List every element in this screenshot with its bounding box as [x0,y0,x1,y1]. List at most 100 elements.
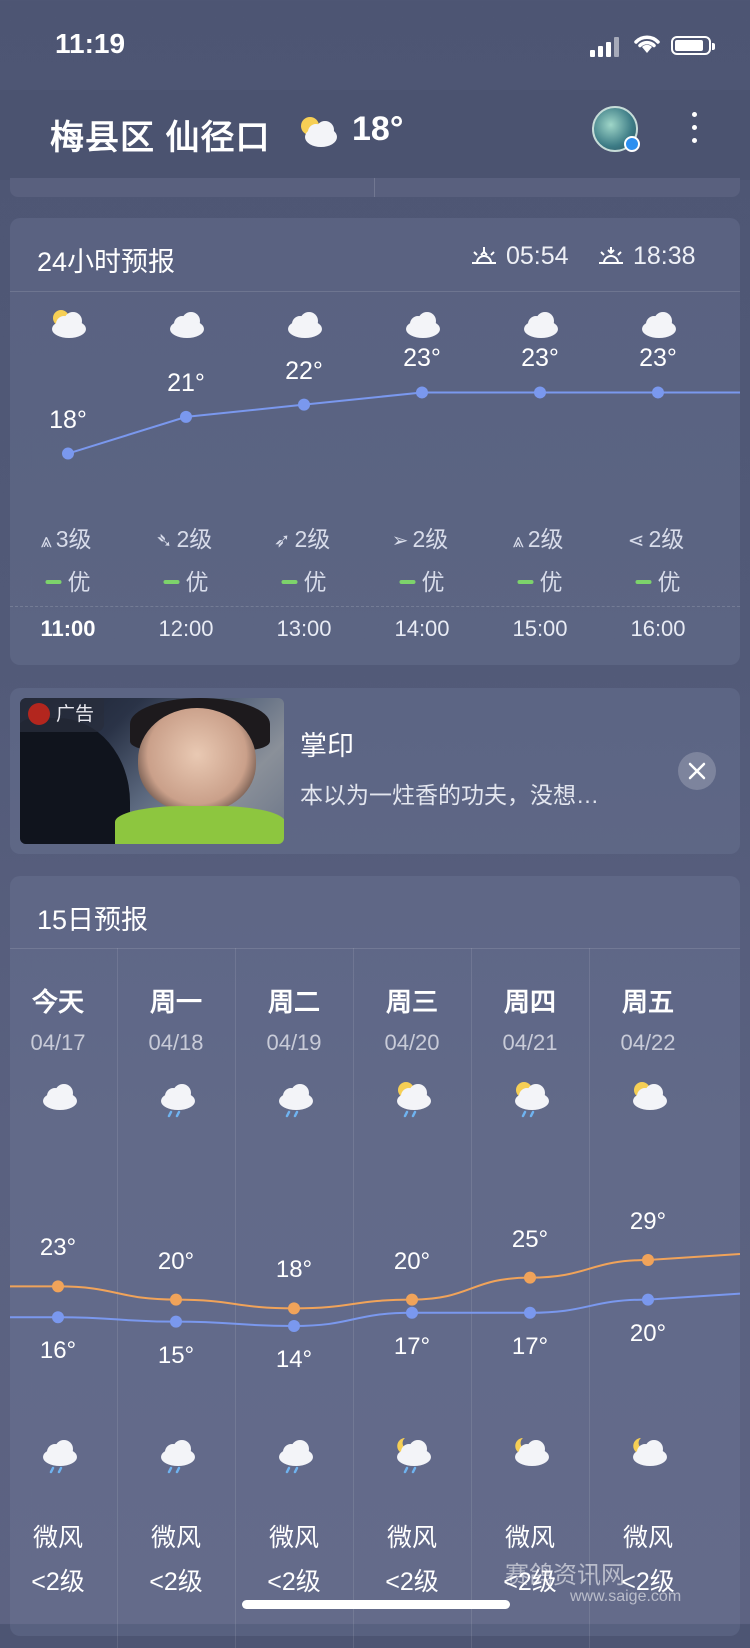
daily-scroll[interactable]: 今天 04/17 微风 <2级 周一 04/18 微风 <2级 周二 04/19 微风 <2级 周三 04… [10,876,740,1648]
daily-column[interactable]: 周二 04/19 微风 <2级 [235,948,353,1648]
daily-date: 04/21 [502,1030,558,1055]
collapsed-card-edge [10,178,740,197]
hourly-wind-level: 3级 [55,526,92,552]
daily-day: 周一 [149,987,202,1017]
hourly-aqi: 优 [163,563,209,597]
daily-wind-level: <2级 [385,1568,439,1596]
cloud-icon [406,312,440,338]
hourly-temp-chart [62,386,740,460]
wind-direction-icon: ➶ [273,530,291,552]
hourly-temp-point [534,386,546,399]
more-menu-button[interactable] [690,112,698,152]
hourly-temp-point [180,410,192,423]
wind-direction-icon: ➢ [391,530,409,552]
ad-title[interactable]: 掌印 [300,724,354,763]
hourly-aqi-label: 优 [185,569,209,595]
hourly-temp-point [652,386,664,399]
daily-forecast-card: 15日预报 今天 04/17 微风 <2级 周一 04/18 微风 <2级 周二 04/19 微风 <… [10,876,740,1648]
cloud-icon [43,1084,77,1110]
ad-logo-icon [28,703,50,725]
play-badge-icon [624,136,640,152]
hourly-temp-point [416,386,428,399]
hourly-temp-label: 18° [49,405,87,434]
hourly-aqi-label: 优 [67,569,91,595]
daily-day: 周四 [503,987,556,1017]
hourly-time: 14:00 [394,616,450,641]
hourly-time: 16:00 [630,616,686,641]
daily-column[interactable]: 今天 04/17 微风 <2级 [0,948,117,1648]
daily-wind: 微风 [386,1524,437,1552]
daily-date: 04/20 [384,1030,440,1055]
partly-cloudy-icon [52,310,86,338]
daily-column[interactable]: 周四 04/21 微风 <2级 [471,948,589,1648]
daily-wind-level: <2级 [267,1568,321,1596]
hourly-temp-label: 23° [521,344,559,373]
daily-wind: 微风 [32,1524,83,1552]
ad-description[interactable]: 本以为一炷香的功夫，没想… [300,776,599,810]
hourly-temp-label: 23° [403,344,441,373]
current-temperature: 18° [352,110,404,148]
hourly-time: 11:00 [40,616,96,641]
cloud-icon [642,312,676,338]
daily-high-label: 20° [393,1247,431,1275]
daily-day: 周二 [267,987,320,1017]
hourly-aqi: 优 [45,563,91,597]
daily-date: 04/18 [148,1030,204,1055]
hourly-forecast-card: 24小时预报 05:54 18:38 18° ⩓ 3级优 11:00 21° ➴ 2级优 12… [10,218,740,665]
rain-icon [161,1440,195,1474]
hourly-aqi-label: 优 [303,569,327,595]
hourly-time: 15:00 [512,616,568,641]
hourly-time: 13:00 [276,616,332,641]
daily-column[interactable]: 周五 04/22 微风 <2级 [589,948,707,1648]
hourly-aqi: 优 [281,563,327,597]
daily-low-label: 17° [393,1332,431,1360]
daily-wind: 微风 [504,1524,555,1552]
daily-wind: 微风 [622,1524,673,1552]
hourly-temp-label: 21° [167,368,205,397]
watermark-url: www.saige.com [570,1588,682,1605]
ad-card[interactable]: 广告 掌印 本以为一炷香的功夫，没想… [10,688,740,854]
sun-rain-icon [515,1082,549,1118]
moon-rain-icon [397,1438,431,1474]
hourly-wind: ➴ 2级 [156,520,217,554]
hourly-wind: ➢ 2级 [392,520,453,554]
daily-high-label: 25° [511,1225,549,1253]
hourly-scroll[interactable]: 18° ⩓ 3级优 11:00 21° ➴ 2级优 12:00 22° ➶ 2级优 13:00 23° ➢… [10,218,740,665]
aqi-bar-icon [399,580,416,584]
daily-date: 04/22 [620,1030,676,1055]
avatar[interactable] [592,106,640,152]
hourly-aqi-label: 优 [657,569,681,595]
daily-column[interactable]: 周三 04/20 微风 <2级 [353,948,471,1648]
home-indicator[interactable] [242,1600,510,1609]
app-header: 梅县区 仙径口 18° [0,90,750,180]
signal-icon [590,37,622,57]
hourly-wind-level: 2级 [648,526,685,552]
status-bar: 11:19 [0,0,750,90]
daily-high-label: 20° [157,1247,195,1275]
hourly-temp-label: 22° [285,356,323,385]
watermark-text: 赛鸽资讯网 [505,1562,625,1589]
hourly-wind: ➶ 2级 [274,520,335,554]
hourly-temp-point [298,398,310,411]
daily-day: 今天 [31,987,84,1017]
daily-wind-level: <2级 [31,1568,85,1596]
aqi-bar-icon [163,580,180,584]
ad-tag: 广告 [20,698,105,732]
aqi-bar-icon [635,580,652,584]
hourly-aqi: 优 [399,563,445,597]
daily-low-label: 15° [157,1341,195,1369]
close-ad-button[interactable] [678,752,716,790]
daily-wind: 微风 [268,1524,319,1552]
daily-low-label: 17° [511,1332,549,1360]
location-title[interactable]: 梅县区 仙径口 [50,110,270,159]
rain-icon [279,1440,313,1474]
daily-high-label: 18° [275,1256,313,1284]
daily-column[interactable]: 周一 04/18 微风 <2级 [117,948,235,1648]
ad-image[interactable]: 广告 [20,698,284,844]
aqi-bar-icon [517,580,534,584]
sun-rain-icon [397,1082,431,1118]
hourly-temp-label: 23° [639,344,677,373]
hourly-aqi: 优 [517,563,563,597]
cloud-icon [288,312,322,338]
wind-direction-icon: ⋖ [627,530,645,552]
